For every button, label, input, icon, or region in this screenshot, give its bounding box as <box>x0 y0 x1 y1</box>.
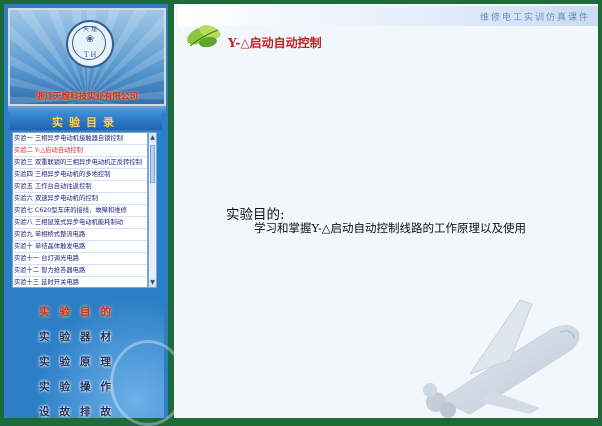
list-item[interactable]: 实验八 三相鼠笼式异步电动机能耗制动 <box>13 217 147 229</box>
list-item[interactable]: 实验十三 延时开关电路 <box>13 277 147 287</box>
page-title: Y-△启动自动控制 <box>228 36 322 50</box>
company-name: 浙江天煌科技实业有限公司 <box>35 92 138 102</box>
scroll-down-arrow-icon[interactable]: ▼ <box>149 278 156 287</box>
list-scrollbar[interactable]: ▲ ▼ <box>148 132 157 288</box>
lotus-icon: ❀ <box>85 34 95 45</box>
list-item[interactable]: 实验十一 台灯调光电路 <box>13 253 147 265</box>
emblem-top-text: 天 煌 <box>83 26 97 33</box>
nav-fault-button[interactable]: 设故排故 <box>10 404 150 419</box>
list-item[interactable]: 实验四 三相异步电动机的多地控制 <box>13 169 147 181</box>
leaf-icon <box>187 25 221 48</box>
list-item[interactable]: 实验三 双重联锁的三相异步电动机正反转控制 <box>13 157 147 169</box>
emblem-letters: T H <box>83 50 97 59</box>
company-emblem-icon: 天 煌 ❀ T H <box>66 20 114 68</box>
list-item[interactable]: 实验一 三相异步电动机接触器自锁控制 <box>13 133 147 145</box>
list-item[interactable]: 实验二 Y-△启动自动控制 <box>13 145 147 157</box>
list-item[interactable]: 实验六 双速异步电动机的控制 <box>13 193 147 205</box>
logo-box: 天 煌 ❀ T H 浙江天煌科技实业有限公司 <box>8 8 166 106</box>
scroll-thumb[interactable] <box>150 145 155 183</box>
space-shuttle-icon <box>423 299 580 418</box>
nav-objective-button[interactable]: 实验目的 <box>10 304 150 319</box>
list-item[interactable]: 实验十 单结晶体触发电路 <box>13 241 147 253</box>
scroll-up-arrow-icon[interactable]: ▲ <box>149 133 156 142</box>
list-item[interactable]: 实验七 C620型车床的接线、故障和维修 <box>13 205 147 217</box>
list-item[interactable]: 实验五 工作台自动往返控制 <box>13 181 147 193</box>
list-item[interactable]: 实验九 单相桥式整流电路 <box>13 229 147 241</box>
nav-operation-button[interactable]: 实验操作 <box>10 379 150 394</box>
purpose-text: 学习和掌握Y-△启动自动控制线路的工作原理以及使用 <box>254 221 527 235</box>
list-item[interactable]: 实验十二 智力抢答器电路 <box>13 265 147 277</box>
menu-title: 实验目录 <box>52 116 120 129</box>
nav-principle-button[interactable]: 实验原理 <box>10 354 150 369</box>
header-banner: 维修电工实训仿真课件 <box>178 6 598 26</box>
nav-equipment-button[interactable]: 实验器材 <box>10 329 150 344</box>
banner-title: 维修电工实训仿真课件 <box>479 13 590 23</box>
menu-title-bar: 实验目录 <box>10 112 162 130</box>
experiment-list[interactable]: 实验一 三相异步电动机接触器自锁控制 实验二 Y-△启动自动控制 实验三 双重联锁的… <box>12 132 148 288</box>
